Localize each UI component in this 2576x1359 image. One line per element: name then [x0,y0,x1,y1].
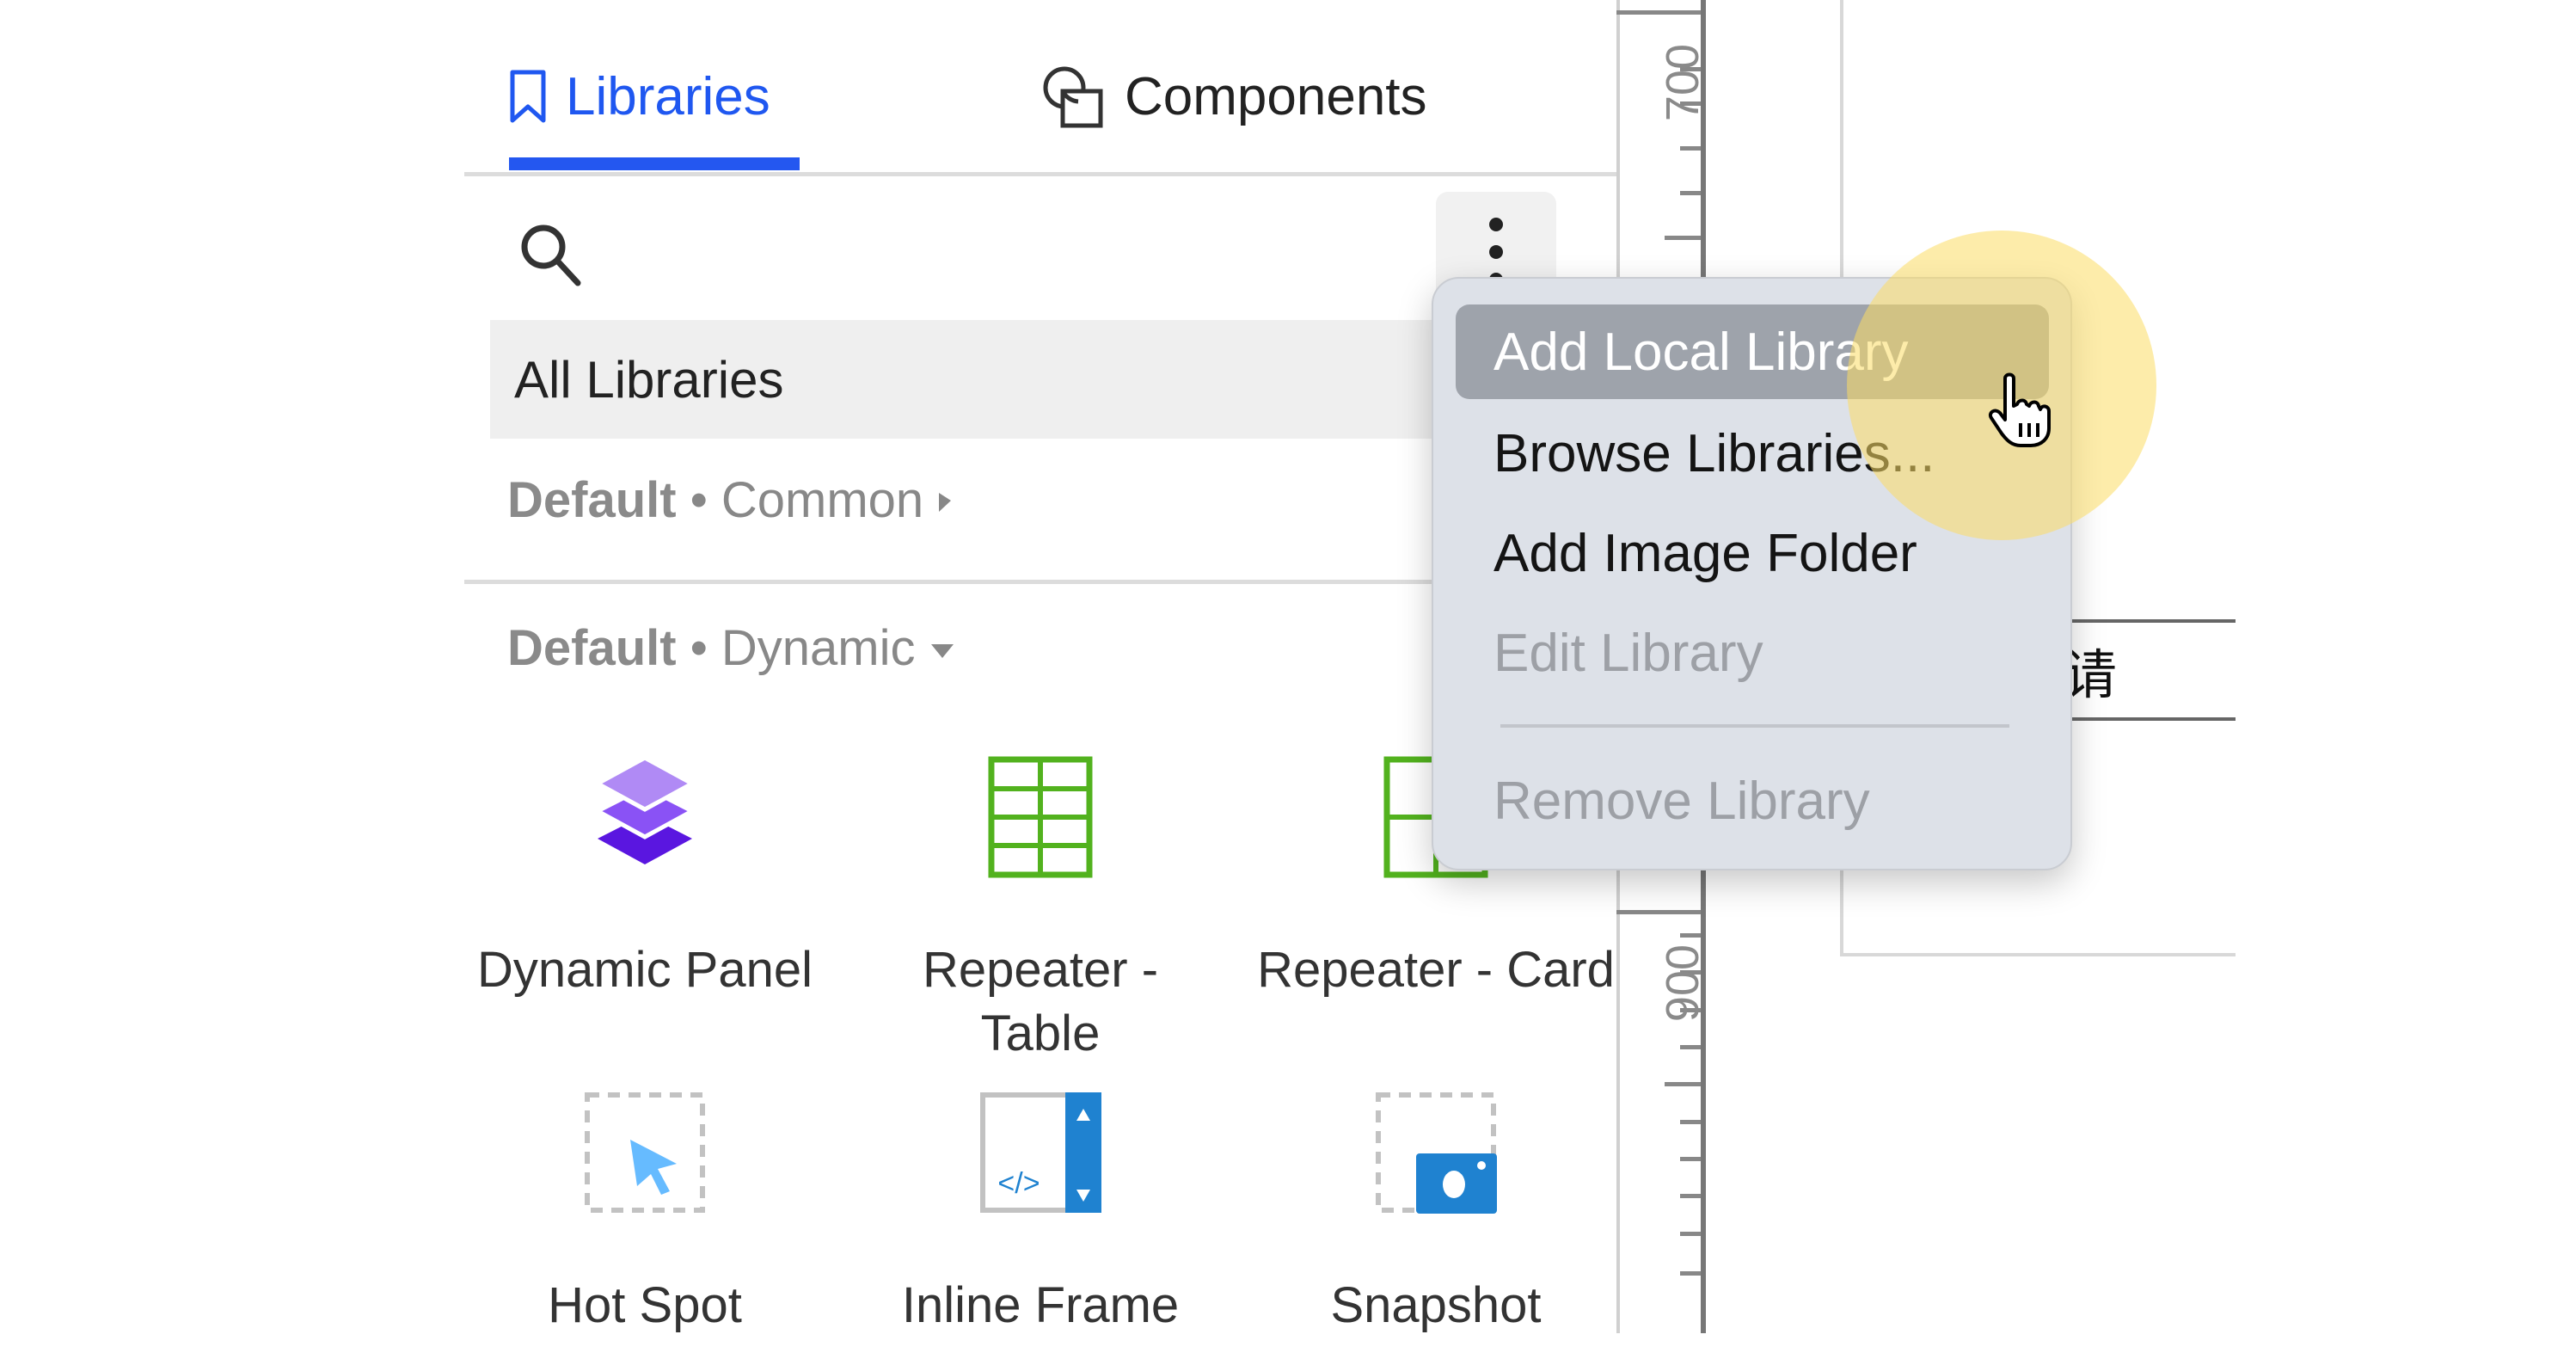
menu-item-remove-library: Remove Library [1456,753,2049,848]
library-selector-value: All Libraries [514,350,784,409]
section-separator: • [690,472,708,528]
menu-item-browse-libraries[interactable]: Browse Libraries... [1456,406,2049,501]
components-icon [1043,66,1103,128]
tab-components-label: Components [1125,66,1427,126]
widget-inline-frame[interactable]: </> Inline Frame [860,1088,1221,1337]
repeater-table-icon [988,756,1093,878]
caret-right-icon [939,492,952,512]
section-library-name: Default [507,620,677,676]
widget-label: Repeater - Card [1257,942,1615,998]
menu-item-label: Remove Library [1493,771,1870,831]
snapshot-icon [1376,1092,1497,1214]
section-default-dynamic[interactable]: Default • Dynamic [507,619,955,677]
widget-label: Dynamic Panel [476,942,813,998]
section-category: Dynamic [721,620,916,676]
menu-item-label: Edit Library [1493,623,1763,683]
tab-libraries[interactable]: Libraries [509,62,770,131]
search-icon[interactable] [516,219,585,288]
section-separator: • [690,620,708,676]
active-tab-indicator [509,157,800,170]
caret-down-icon [930,643,954,658]
bookmark-icon [510,70,546,123]
widget-label: Inline Frame [901,1277,1180,1333]
widget-snapshot[interactable]: Snapshot [1255,1088,1616,1337]
widget-hot-spot[interactable]: Hot Spot [464,1088,825,1337]
widget-label: Snapshot [1330,1277,1542,1333]
ruler-label: 700 [1657,43,1708,122]
dynamic-panel-icon [592,755,697,864]
menu-item-label: Add Image Folder [1493,523,1917,583]
tab-libraries-label: Libraries [566,66,770,126]
section-default-common[interactable]: Default • Common [507,471,954,529]
menu-item-label: Browse Libraries... [1493,423,1935,483]
library-context-menu: Add Local Library Browse Libraries... Ad… [1432,277,2072,870]
menu-item-add-image-folder[interactable]: Add Image Folder [1456,506,2049,600]
tab-components[interactable]: Components [1040,62,1427,131]
menu-item-edit-library: Edit Library [1456,606,2049,700]
section-library-name: Default [507,472,677,528]
hot-spot-icon [585,1092,705,1213]
widget-label: Hot Spot [548,1277,742,1333]
menu-separator [1500,724,2009,728]
menu-item-label: Add Local Library [1493,322,1909,382]
widget-label: Repeater - Table [922,942,1159,1061]
canvas-text-widget[interactable]: 请 [2064,619,2236,721]
menu-item-add-local-library[interactable]: Add Local Library [1456,304,2049,399]
widget-dynamic-panel[interactable]: Dynamic Panel [464,753,825,1002]
section-category: Common [721,472,924,528]
panel-tabs: Libraries Components [464,0,1616,176]
svg-text:</>: </> [997,1167,1040,1200]
ruler-label: 900 [1657,944,1708,1023]
canvas-guide-line [1840,953,2236,956]
widget-repeater-table[interactable]: Repeater - Table [860,753,1221,1066]
inline-frame-icon: </> [980,1092,1101,1213]
library-selector[interactable]: All Libraries [490,320,1591,439]
